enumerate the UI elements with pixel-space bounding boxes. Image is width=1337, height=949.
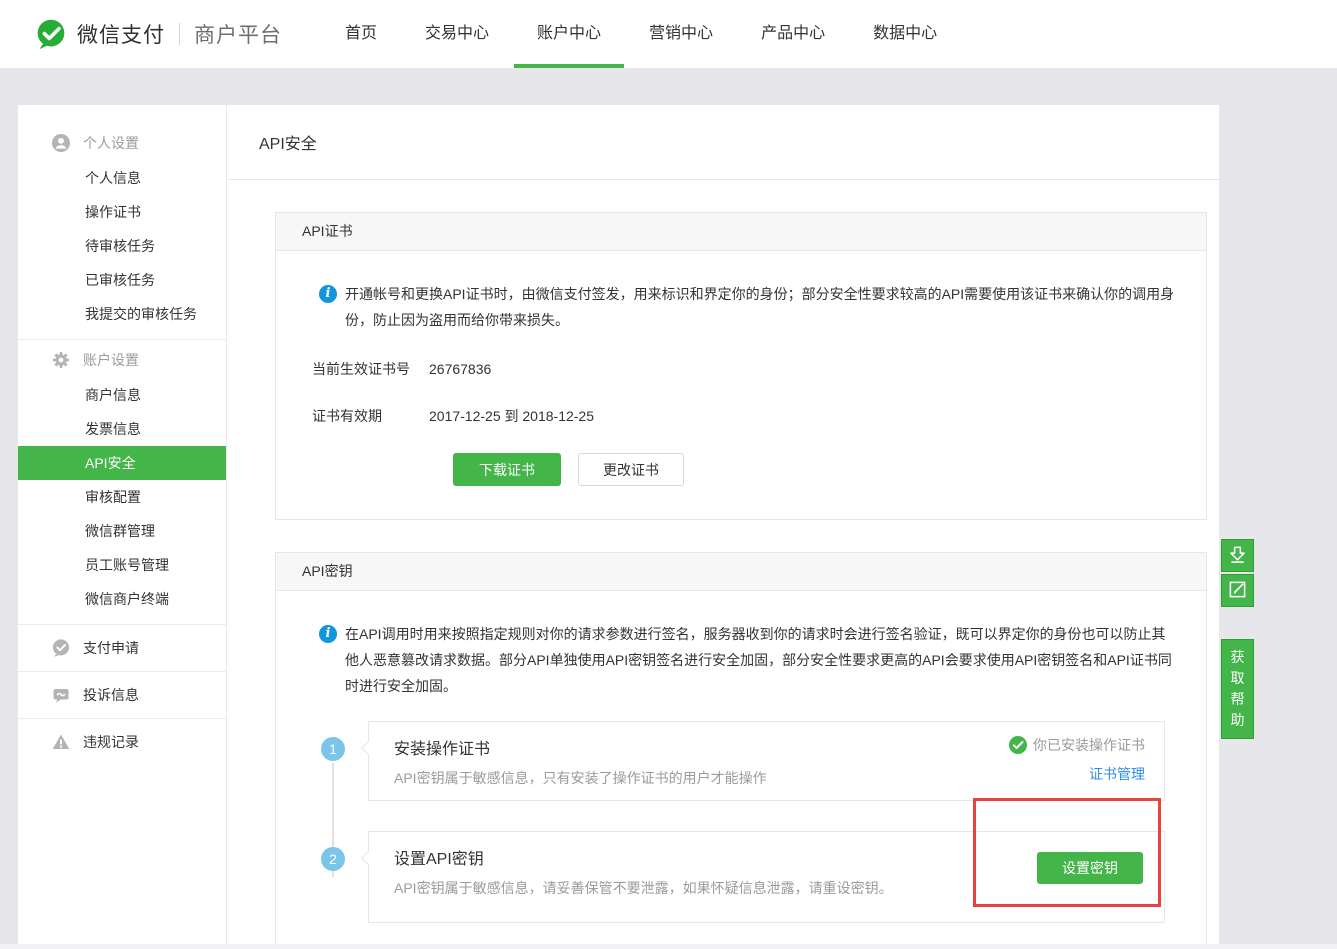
download-tool-button[interactable] [1221,539,1254,572]
cert-buttons-row: 下载证书 更改证书 [453,453,1180,486]
sidebar-item-api-security[interactable]: API安全 [18,446,226,480]
wechat-pay-logo[interactable]: 微信支付 商户平台 [35,18,282,50]
top-header: 微信支付 商户平台 首页 交易中心 账户中心 营销中心 产品中心 数据中心 [0,0,1337,68]
sidebar-section-account: 账户设置 商户信息 发票信息 API安全 审核配置 微信群管理 员工账号管理 微… [18,340,226,624]
sidebar-item-staff-account[interactable]: 员工账号管理 [18,548,226,582]
sidebar-item-complaint-info[interactable]: 投诉信息 [18,672,226,718]
change-cert-button[interactable]: 更改证书 [578,453,684,486]
chat-check-icon [52,639,70,657]
sidebar-section-personal: 个人设置 个人信息 操作证书 待审核任务 已审核任务 我提交的审核任务 [18,105,226,339]
cert-fields: 当前生效证书号 26767836 证书有效期 2017-12-25 到 2018… [312,345,1180,439]
section-title: 违规记录 [83,732,139,752]
sidebar-item-operation-cert[interactable]: 操作证书 [18,195,226,229]
nav-home[interactable]: 首页 [322,0,400,68]
sidebar-item-violation-record[interactable]: 违规记录 [18,719,226,765]
section-title: 账户设置 [83,350,139,370]
sidebar-item-my-submitted-review[interactable]: 我提交的审核任务 [18,297,226,331]
annotation-red-box [973,798,1161,907]
page-title: API安全 [259,130,317,154]
info-icon: i [319,285,337,303]
gear-icon [52,351,70,369]
cert-validity-row: 证书有效期 2017-12-25 到 2018-12-25 [312,392,1180,439]
sidebar: 个人设置 个人信息 操作证书 待审核任务 已审核任务 我提交的审核任务 [18,105,227,949]
cert-serial-row: 当前生效证书号 26767836 [312,345,1180,392]
sidebar-item-reviewed[interactable]: 已审核任务 [18,263,226,297]
sidebar-item-wechat-group[interactable]: 微信群管理 [18,514,226,548]
nav-transaction-center[interactable]: 交易中心 [402,0,512,68]
cert-serial-value: 26767836 [429,361,491,377]
sidebar-item-pending-review[interactable]: 待审核任务 [18,229,226,263]
api-cert-panel-title: API证书 [276,213,1206,251]
nav-marketing-center[interactable]: 营销中心 [626,0,736,68]
info-icon: i [319,625,337,643]
api-cert-panel: API证书 i 开通帐号和更换API证书时，由微信支付签发，用来标识和界定你的身… [275,212,1207,520]
key-info-row: i 在API调用时用来按照指定规则对你的请求参数进行签名，服务器收到你的请求时会… [319,621,1180,699]
section-title: 个人设置 [83,133,139,153]
sidebar-item-merchant-terminal[interactable]: 微信商户终端 [18,582,226,616]
sidebar-item-personal-info[interactable]: 个人信息 [18,161,226,195]
wechat-pay-bubble-icon [35,18,67,50]
sidebar-header-personal-settings[interactable]: 个人设置 [18,125,226,161]
user-icon [52,134,70,152]
check-circle-icon [1009,736,1027,754]
step-2-badge: 2 [321,847,345,871]
feedback-tool-button[interactable] [1221,574,1254,607]
page-title-bar: API安全 [228,105,1219,180]
nav-product-center[interactable]: 产品中心 [738,0,848,68]
key-info-text: 在API调用时用来按照指定规则对你的请求参数进行签名，服务器收到你的请求时会进行… [345,621,1175,699]
nav-account-center[interactable]: 账户中心 [514,0,624,68]
horizontal-scrollbar[interactable] [0,944,1337,949]
status-text: 你已安装操作证书 [1033,735,1145,755]
nav-data-center[interactable]: 数据中心 [850,0,960,68]
warning-icon [52,733,70,751]
logo-product-text: 商户平台 [194,19,282,49]
cert-validity-label: 证书有效期 [312,406,429,426]
logo-divider [179,23,180,45]
section-title: 投诉信息 [83,685,139,705]
section-title: 支付申请 [83,638,139,658]
sidebar-item-payment-apply[interactable]: 支付申请 [18,625,226,671]
sidebar-header-account-settings[interactable]: 账户设置 [18,342,226,378]
sidebar-item-review-config[interactable]: 审核配置 [18,480,226,514]
step-1-status-area: 你已安装操作证书 证书管理 [1009,735,1145,784]
chat-bubble-icon [52,686,70,704]
cert-info-text: 开通帐号和更换API证书时，由微信支付签发，用来标识和界定你的身份；部分安全性要… [345,281,1175,333]
floating-tools: 获取帮助 [1221,539,1254,739]
download-icon [1228,545,1247,567]
edit-icon [1228,580,1247,602]
logo-brand-text: 微信支付 [77,19,165,49]
cert-manage-link[interactable]: 证书管理 [1089,764,1145,784]
cert-info-row: i 开通帐号和更换API证书时，由微信支付签发，用来标识和界定你的身份；部分安全… [319,281,1180,333]
cert-serial-label: 当前生效证书号 [312,359,429,379]
step-install-cert: 1 安装操作证书 API密钥属于敏感信息，只有安装了操作证书的用户才能操作 [368,721,1165,801]
cert-installed-status: 你已安装操作证书 [1009,735,1145,755]
main-nav: 首页 交易中心 账户中心 营销中心 产品中心 数据中心 [321,0,961,68]
sidebar-item-invoice-info[interactable]: 发票信息 [18,412,226,446]
api-key-panel-title: API密钥 [276,553,1206,591]
get-help-button[interactable]: 获取帮助 [1221,639,1254,739]
sidebar-item-merchant-info[interactable]: 商户信息 [18,378,226,412]
download-cert-button[interactable]: 下载证书 [453,453,561,486]
cert-validity-value: 2017-12-25 到 2018-12-25 [429,406,594,426]
step-1-badge: 1 [321,737,345,761]
